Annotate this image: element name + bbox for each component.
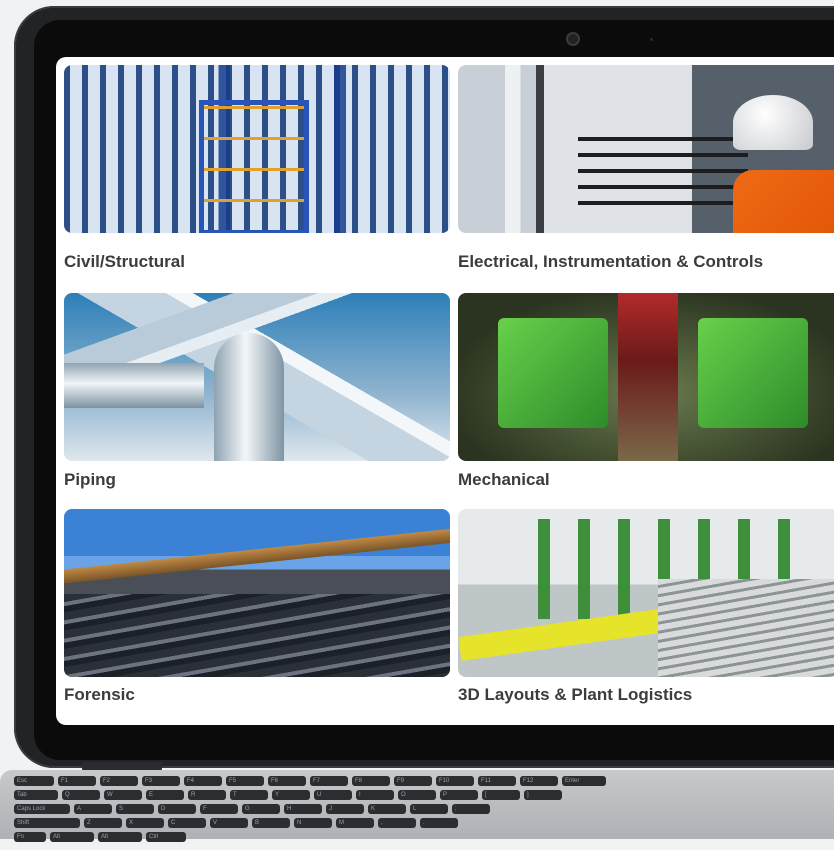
key[interactable]: R bbox=[188, 790, 226, 800]
key[interactable]: E bbox=[146, 790, 184, 800]
key[interactable]: Alt bbox=[98, 832, 142, 842]
key[interactable]: . bbox=[420, 818, 458, 828]
forensic-image[interactable] bbox=[64, 509, 450, 677]
tile-label[interactable]: Electrical, Instrumentation & Controls bbox=[458, 252, 763, 272]
civil-structural-image[interactable] bbox=[64, 65, 450, 233]
key[interactable]: S bbox=[116, 804, 154, 814]
keyboard-row-5: Fn Alt Alt Ctrl bbox=[14, 832, 834, 843]
tile-label[interactable]: Mechanical bbox=[458, 470, 550, 490]
collapsed-beam-shape bbox=[64, 527, 450, 585]
mechanical-image[interactable] bbox=[458, 293, 834, 461]
sensor-dot bbox=[650, 38, 653, 41]
tile-label[interactable]: Forensic bbox=[64, 685, 135, 705]
keyboard-row-1: Esc F1 F2 F3 F4 F5 F6 F7 F8 F9 F10 F11 F12 Enter bbox=[14, 776, 834, 787]
key[interactable]: B bbox=[252, 818, 290, 828]
key[interactable]: J bbox=[326, 804, 364, 814]
key[interactable]: Ctrl bbox=[146, 832, 186, 842]
key[interactable]: Fn bbox=[14, 832, 46, 842]
machine-block-shape bbox=[498, 318, 608, 428]
key[interactable]: F10 bbox=[436, 776, 474, 786]
keyboard: Esc F1 F2 F3 F4 F5 F6 F7 F8 F9 F10 F11 F12 Enter Tab Q… bbox=[14, 776, 834, 846]
key[interactable]: F8 bbox=[352, 776, 390, 786]
key[interactable]: Y bbox=[272, 790, 310, 800]
key[interactable]: [ bbox=[482, 790, 520, 800]
key[interactable]: A bbox=[74, 804, 112, 814]
key[interactable]: C bbox=[168, 818, 206, 828]
key[interactable]: Alt bbox=[50, 832, 94, 842]
key[interactable]: Z bbox=[84, 818, 122, 828]
key[interactable]: D bbox=[158, 804, 196, 814]
pipe-rack-shape bbox=[658, 579, 834, 677]
key[interactable]: M bbox=[336, 818, 374, 828]
safety-vest-shape bbox=[733, 170, 834, 233]
pipe-shape bbox=[64, 363, 204, 408]
key[interactable]: T bbox=[230, 790, 268, 800]
key[interactable]: Shift bbox=[14, 818, 80, 828]
key[interactable]: H bbox=[284, 804, 322, 814]
key[interactable]: L bbox=[410, 804, 448, 814]
keyboard-row-4: Shift Z X C V B N M,. bbox=[14, 818, 834, 829]
key[interactable]: W bbox=[104, 790, 142, 800]
key[interactable]: F11 bbox=[478, 776, 516, 786]
piping-image[interactable] bbox=[64, 293, 450, 461]
key[interactable]: F6 bbox=[268, 776, 306, 786]
key[interactable]: Tab bbox=[14, 790, 58, 800]
hard-hat-shape bbox=[733, 95, 813, 150]
key[interactable]: Enter bbox=[562, 776, 606, 786]
key[interactable]: G bbox=[242, 804, 280, 814]
key[interactable]: F1 bbox=[58, 776, 96, 786]
key[interactable]: Q bbox=[62, 790, 100, 800]
pipe-shape bbox=[214, 333, 284, 461]
key[interactable]: F3 bbox=[142, 776, 180, 786]
key[interactable]: U bbox=[314, 790, 352, 800]
machine-center-shape bbox=[618, 293, 678, 461]
key[interactable]: ] bbox=[524, 790, 562, 800]
key[interactable]: O bbox=[398, 790, 436, 800]
key[interactable]: I bbox=[356, 790, 394, 800]
cables-shape bbox=[578, 125, 748, 215]
tile-label[interactable]: Piping bbox=[64, 470, 116, 490]
laptop: Civil/Structural Electrical, Instrumenta… bbox=[0, 0, 834, 842]
keyboard-row-2: Tab Q W E R T Y U I O P [] bbox=[14, 790, 834, 801]
key[interactable]: F2 bbox=[100, 776, 138, 786]
key[interactable]: , bbox=[378, 818, 416, 828]
key[interactable]: ; bbox=[452, 804, 490, 814]
electrical-image[interactable] bbox=[458, 65, 834, 233]
key[interactable]: Esc bbox=[14, 776, 54, 786]
key[interactable]: F bbox=[200, 804, 238, 814]
key[interactable]: F5 bbox=[226, 776, 264, 786]
key[interactable]: F9 bbox=[394, 776, 432, 786]
key[interactable]: F12 bbox=[520, 776, 558, 786]
key[interactable]: X bbox=[126, 818, 164, 828]
screen: Civil/Structural Electrical, Instrumenta… bbox=[56, 57, 834, 725]
key[interactable]: F7 bbox=[310, 776, 348, 786]
3d-layouts-image[interactable] bbox=[458, 509, 834, 677]
tile-label[interactable]: Civil/Structural bbox=[64, 252, 185, 272]
machine-block-shape bbox=[698, 318, 808, 428]
keyboard-row-3: Caps Lock A S D F G H J K L; bbox=[14, 804, 834, 815]
key[interactable]: Caps Lock bbox=[14, 804, 70, 814]
key[interactable]: N bbox=[294, 818, 332, 828]
tile-label[interactable]: 3D Layouts & Plant Logistics bbox=[458, 685, 692, 705]
key[interactable]: V bbox=[210, 818, 248, 828]
steel-frame-shape bbox=[199, 100, 309, 233]
key[interactable]: K bbox=[368, 804, 406, 814]
key[interactable]: P bbox=[440, 790, 478, 800]
webcam-icon bbox=[568, 34, 578, 44]
rubble-shape bbox=[64, 594, 450, 677]
key[interactable]: F4 bbox=[184, 776, 222, 786]
